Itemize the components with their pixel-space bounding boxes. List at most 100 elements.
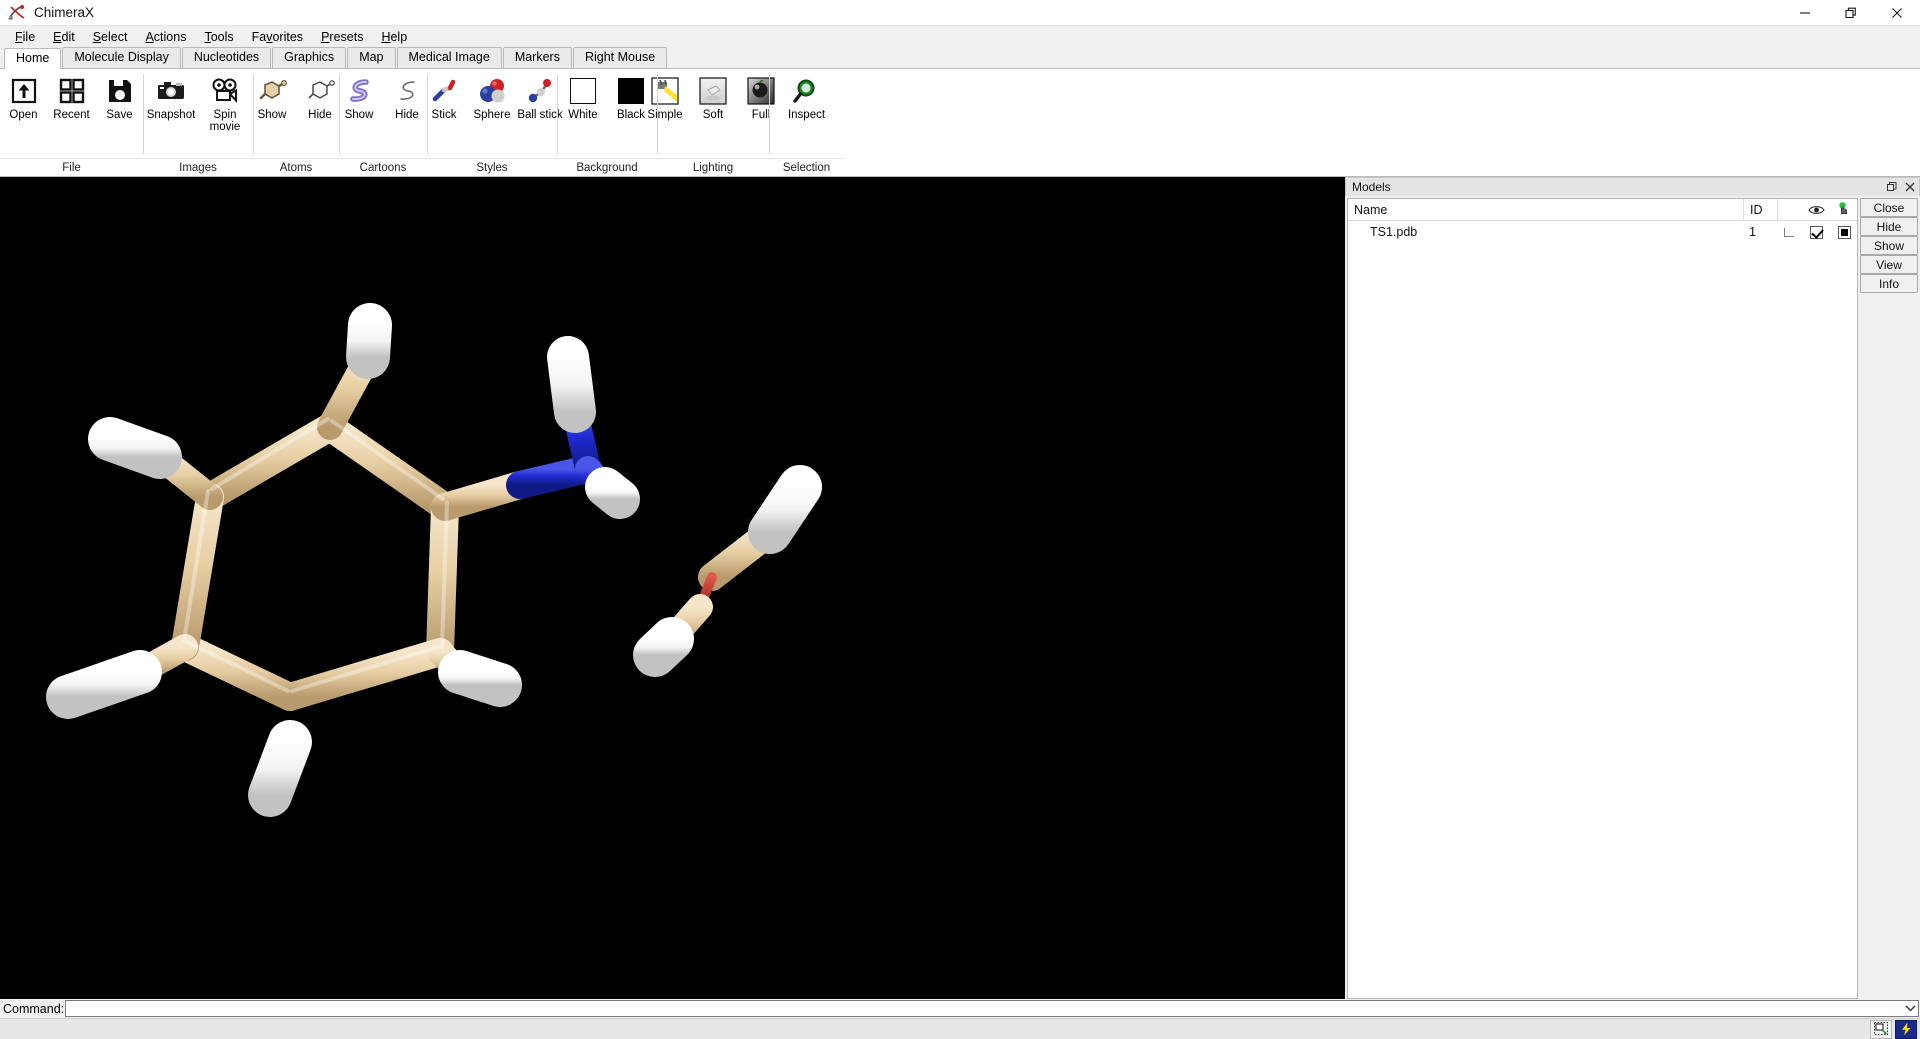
ribbon-button-open[interactable]: Open xyxy=(0,73,48,121)
model-shown-checkbox[interactable] xyxy=(1801,221,1831,243)
close-model-button[interactable]: Close xyxy=(1860,198,1918,217)
menu-select-accel: S xyxy=(92,30,102,44)
panel-close-icon xyxy=(1905,182,1915,192)
ribbon-button-save-label: Save xyxy=(106,109,133,121)
ribbon-button-background-white-label: White xyxy=(568,109,598,121)
column-header-shown[interactable] xyxy=(1801,199,1831,221)
ribbon-button-background-white[interactable]: White xyxy=(559,73,607,121)
color-swatch-icon xyxy=(1837,225,1851,239)
ribbon-group-file-label: File xyxy=(0,158,143,176)
column-header-id[interactable]: ID xyxy=(1743,198,1777,221)
ribbon-group-lighting-items: Simple Soft Full xyxy=(635,69,791,158)
tab-markers[interactable]: Markers xyxy=(502,47,572,68)
ribbon-button-open-label: Open xyxy=(9,109,38,121)
ribbon-button-stick-label: Stick xyxy=(431,109,457,121)
ribbon-group-selection-label: Selection xyxy=(769,158,844,176)
tab-graphics[interactable]: Graphics xyxy=(272,47,347,68)
models-panel-title: Models xyxy=(1352,180,1391,194)
ribbon-button-snapshot[interactable]: Snapshot xyxy=(144,73,198,121)
ribbon-group-lighting-label: Lighting xyxy=(657,158,769,176)
command-input-wrap[interactable] xyxy=(65,1000,1919,1017)
ribbon-group-images-items: Snapshot Spin movie xyxy=(138,69,258,158)
status-bar xyxy=(0,1018,1920,1039)
tab-right-mouse[interactable]: Right Mouse xyxy=(572,47,668,68)
resize-region-button[interactable] xyxy=(1870,1019,1892,1039)
info-model-button[interactable]: Info xyxy=(1860,274,1918,293)
ribbon-group-selection: Inspect Selection xyxy=(769,69,844,176)
column-header-color[interactable] xyxy=(1831,199,1857,221)
menu-select[interactable]: Select xyxy=(84,28,137,46)
show-model-button[interactable]: Show xyxy=(1860,236,1918,255)
ribbon-button-lighting-simple[interactable]: Simple xyxy=(641,73,689,121)
menu-edit[interactable]: Edit xyxy=(44,28,84,46)
table-row[interactable]: TS1.pdb 1 xyxy=(1348,221,1857,243)
tab-nucleotides[interactable]: Nucleotides xyxy=(181,47,272,68)
ribbon-group-atoms: Show Hide Atoms xyxy=(253,69,339,176)
hide-model-button[interactable]: Hide xyxy=(1860,217,1918,236)
ribbon-group-cartoons-label: Cartoons xyxy=(339,158,427,176)
tab-molecule-display[interactable]: Molecule Display xyxy=(62,47,181,68)
lightning-status-button[interactable] xyxy=(1895,1019,1917,1039)
ribbon-button-inspect[interactable]: Inspect xyxy=(780,73,834,121)
menu-favorites[interactable]: Favorites xyxy=(243,28,312,46)
column-header-selection[interactable] xyxy=(1777,198,1801,221)
column-header-name[interactable]: Name xyxy=(1348,199,1743,221)
title-bar: ChimeraX xyxy=(0,0,1920,26)
tab-medical-image[interactable]: Medical Image xyxy=(396,47,502,68)
menu-presets[interactable]: Presets xyxy=(312,28,372,46)
menu-bar: File Edit Select Actions Tools Favorites… xyxy=(0,26,1920,48)
menu-actions-accel: A xyxy=(145,30,154,44)
ribbon-button-atoms-show-label: Show xyxy=(257,109,287,121)
minimize-button[interactable] xyxy=(1782,0,1828,26)
tab-home[interactable]: Home xyxy=(4,48,62,69)
molecular-viewport[interactable] xyxy=(0,177,1345,999)
restore-icon xyxy=(1845,7,1856,18)
open-folder-arrow-icon xyxy=(8,75,40,107)
inspect-magnifier-icon xyxy=(791,75,823,107)
ribbon-button-lighting-soft[interactable]: Soft xyxy=(689,73,737,121)
command-input[interactable] xyxy=(66,1001,1902,1016)
model-color-swatch[interactable] xyxy=(1831,221,1857,243)
models-panel: Models Name ID TS1.pdb 1 Close Hide Show… xyxy=(1345,177,1920,999)
model-name: TS1.pdb xyxy=(1370,225,1418,239)
view-model-button[interactable]: View xyxy=(1860,255,1918,274)
chevron-down-icon xyxy=(1905,1005,1915,1012)
ribbon-tab-strip: Home Molecule Display Nucleotides Graphi… xyxy=(0,47,1920,69)
models-table-header: Name ID xyxy=(1348,198,1857,221)
ribbon-group-lighting: Simple Soft Full Lighting xyxy=(647,69,775,176)
menu-actions[interactable]: Actions xyxy=(136,28,195,46)
ribbon-button-atoms-show[interactable]: Show xyxy=(248,73,296,121)
menu-help[interactable]: Help xyxy=(372,28,416,46)
command-history-dropdown[interactable] xyxy=(1902,1001,1918,1016)
models-panel-body: Name ID TS1.pdb 1 Close Hide Show View I… xyxy=(1345,196,1920,999)
resize-region-icon xyxy=(1873,1022,1888,1035)
lighting-soft-icon xyxy=(697,75,729,107)
tab-map[interactable]: Map xyxy=(347,47,396,68)
menu-favorites-pre: Fa xyxy=(251,30,267,44)
ribbon-button-cartoon-show[interactable]: Show xyxy=(335,73,383,121)
ribbon-group-atoms-label: Atoms xyxy=(253,158,339,176)
menu-favorites-rest: orites xyxy=(272,30,304,44)
atoms-show-icon xyxy=(256,75,288,107)
models-panel-close-button[interactable] xyxy=(1901,179,1919,196)
ribbon-button-sphere[interactable]: Sphere xyxy=(468,73,516,121)
restore-button[interactable] xyxy=(1828,0,1874,26)
ball-stick-style-icon xyxy=(524,75,556,107)
save-floppy-icon xyxy=(104,75,136,107)
cartoon-show-icon xyxy=(343,75,375,107)
menu-file-rest: ile xyxy=(22,30,36,44)
menu-file[interactable]: File xyxy=(6,28,44,46)
ribbon-button-sphere-label: Sphere xyxy=(473,109,511,121)
menu-tools[interactable]: Tools xyxy=(195,28,242,46)
models-panel-header: Models xyxy=(1345,177,1920,196)
ribbon-group-file-items: Open Recent Save xyxy=(0,69,150,158)
model-selection-indicator[interactable] xyxy=(1777,221,1801,243)
lightning-bolt-icon xyxy=(1901,1022,1910,1036)
close-button[interactable] xyxy=(1874,0,1920,26)
ribbon-button-stick[interactable]: Stick xyxy=(420,73,468,121)
models-panel-float-button[interactable] xyxy=(1883,179,1901,196)
ribbon-button-save[interactable]: Save xyxy=(96,73,144,121)
ribbon-button-recent-label: Recent xyxy=(53,109,90,121)
ribbon-button-recent[interactable]: Recent xyxy=(48,73,96,121)
float-window-icon xyxy=(1887,182,1897,191)
